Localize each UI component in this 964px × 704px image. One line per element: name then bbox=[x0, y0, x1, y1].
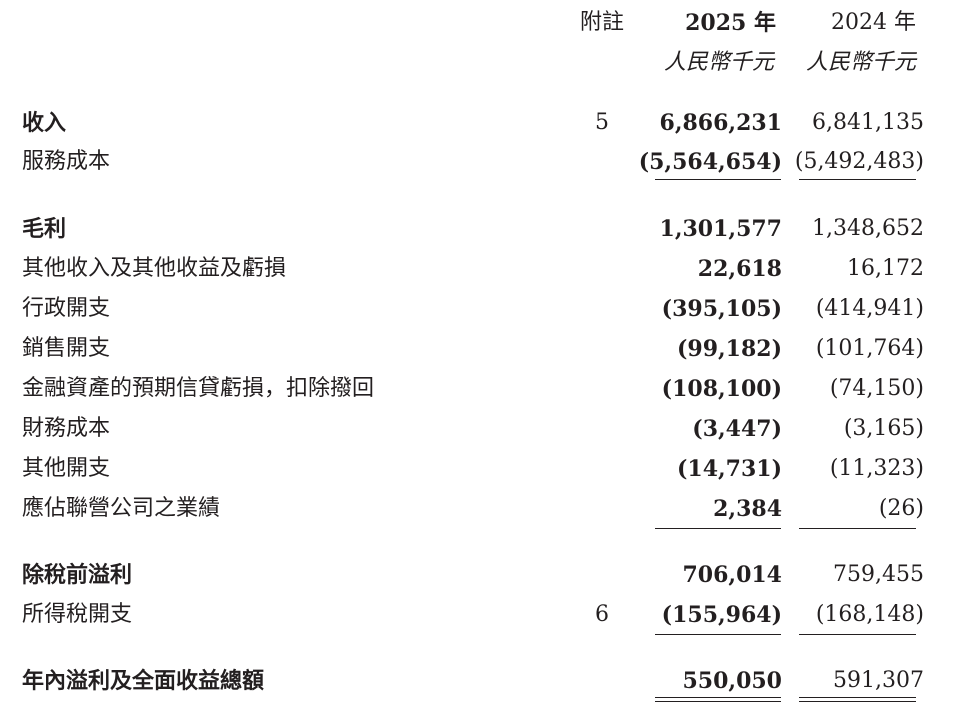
row-label: 其他收入及其他收益及虧損 bbox=[22, 256, 287, 281]
value-2024: (74,150) bbox=[829, 376, 924, 401]
subtotal-rule bbox=[799, 634, 916, 635]
row-label: 年內溢利及全面收益總額 bbox=[22, 668, 265, 694]
subtotal-rule bbox=[655, 528, 781, 529]
value-2025: 2,384 bbox=[713, 496, 782, 522]
value-2025: 550,050 bbox=[682, 668, 782, 694]
total-double-rule bbox=[655, 701, 781, 702]
value-2025: (155,964) bbox=[661, 602, 782, 628]
value-2024: (5,492,483) bbox=[794, 149, 924, 174]
row-label: 除稅前溢利 bbox=[22, 562, 133, 588]
row-note: 6 bbox=[595, 602, 609, 627]
value-2024: (26) bbox=[878, 496, 924, 521]
value-2025: (108,100) bbox=[661, 376, 782, 402]
row-label: 應佔聯營公司之業績 bbox=[22, 496, 221, 521]
value-2025: (14,731) bbox=[676, 456, 782, 482]
subtotal-rule bbox=[655, 634, 781, 635]
value-2024: (101,764) bbox=[815, 336, 924, 361]
row-label: 收入 bbox=[22, 110, 67, 136]
row-label: 毛利 bbox=[22, 216, 67, 242]
row-label: 銷售開支 bbox=[22, 336, 111, 361]
subtotal-rule bbox=[799, 179, 916, 180]
row-label: 服務成本 bbox=[22, 149, 111, 174]
value-2025: (99,182) bbox=[676, 336, 782, 362]
value-2025: 1,301,577 bbox=[659, 216, 782, 242]
total-double-rule bbox=[799, 701, 916, 702]
value-2025: (5,564,654) bbox=[638, 149, 782, 175]
value-2024: (11,323) bbox=[829, 456, 924, 481]
value-2024: (414,941) bbox=[815, 296, 924, 321]
value-2024: 16,172 bbox=[847, 256, 924, 281]
total-double-rule bbox=[655, 697, 781, 698]
value-2025: (395,105) bbox=[661, 296, 782, 322]
value-2024: 1,348,652 bbox=[812, 216, 924, 241]
value-2024: 6,841,135 bbox=[812, 110, 924, 135]
row-label: 財務成本 bbox=[22, 416, 111, 441]
subtotal-rule bbox=[799, 528, 916, 529]
row-note: 5 bbox=[595, 110, 609, 135]
column-header-year-2024: 2024 年 bbox=[831, 10, 916, 35]
value-2024: 591,307 bbox=[833, 668, 924, 693]
column-header-year-2025: 2025 年 bbox=[685, 10, 776, 36]
total-double-rule bbox=[799, 697, 916, 698]
column-unit-2024: 人民幣千元 bbox=[805, 50, 916, 75]
value-2024: (3,165) bbox=[843, 416, 924, 441]
row-label: 金融資產的預期信貸虧損，扣除撥回 bbox=[22, 376, 375, 401]
row-label: 行政開支 bbox=[22, 296, 111, 321]
value-2025: (3,447) bbox=[692, 416, 782, 442]
value-2024: (168,148) bbox=[815, 602, 924, 627]
row-label: 所得稅開支 bbox=[22, 602, 133, 627]
value-2024: 759,455 bbox=[833, 562, 924, 587]
value-2025: 706,014 bbox=[682, 562, 782, 588]
subtotal-rule bbox=[655, 179, 781, 180]
row-label: 其他開支 bbox=[22, 456, 111, 481]
column-header-note: 附註 bbox=[579, 10, 624, 35]
value-2025: 6,866,231 bbox=[659, 110, 782, 136]
column-unit-2025: 人民幣千元 bbox=[663, 50, 774, 75]
value-2025: 22,618 bbox=[697, 256, 782, 282]
